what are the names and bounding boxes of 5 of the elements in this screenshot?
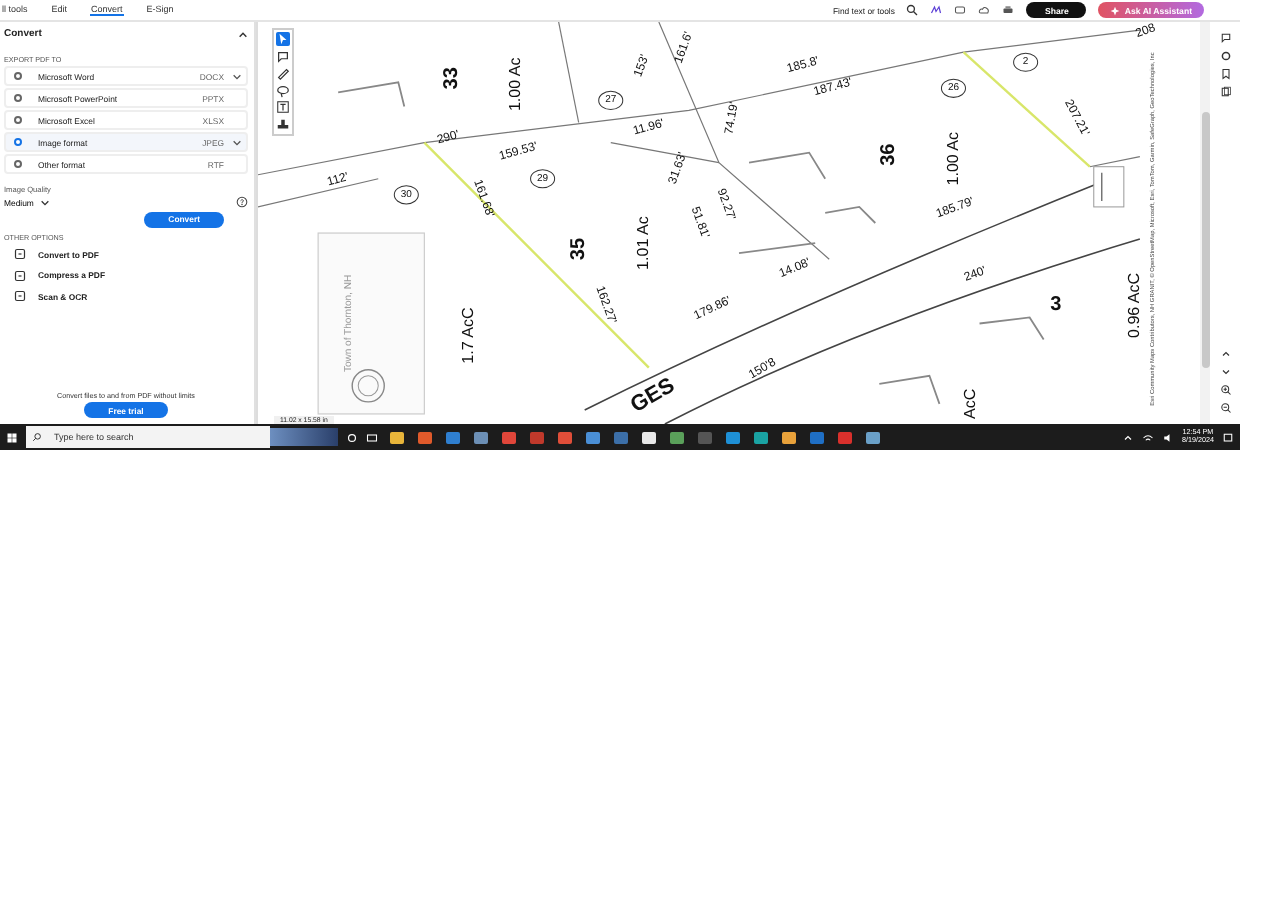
road-name: GES xyxy=(626,373,679,418)
lot-number: 35 xyxy=(567,237,590,261)
lot-number: 36 xyxy=(878,143,901,166)
lot-number: 3 xyxy=(1050,294,1062,317)
lot-number: 33 xyxy=(441,67,464,90)
